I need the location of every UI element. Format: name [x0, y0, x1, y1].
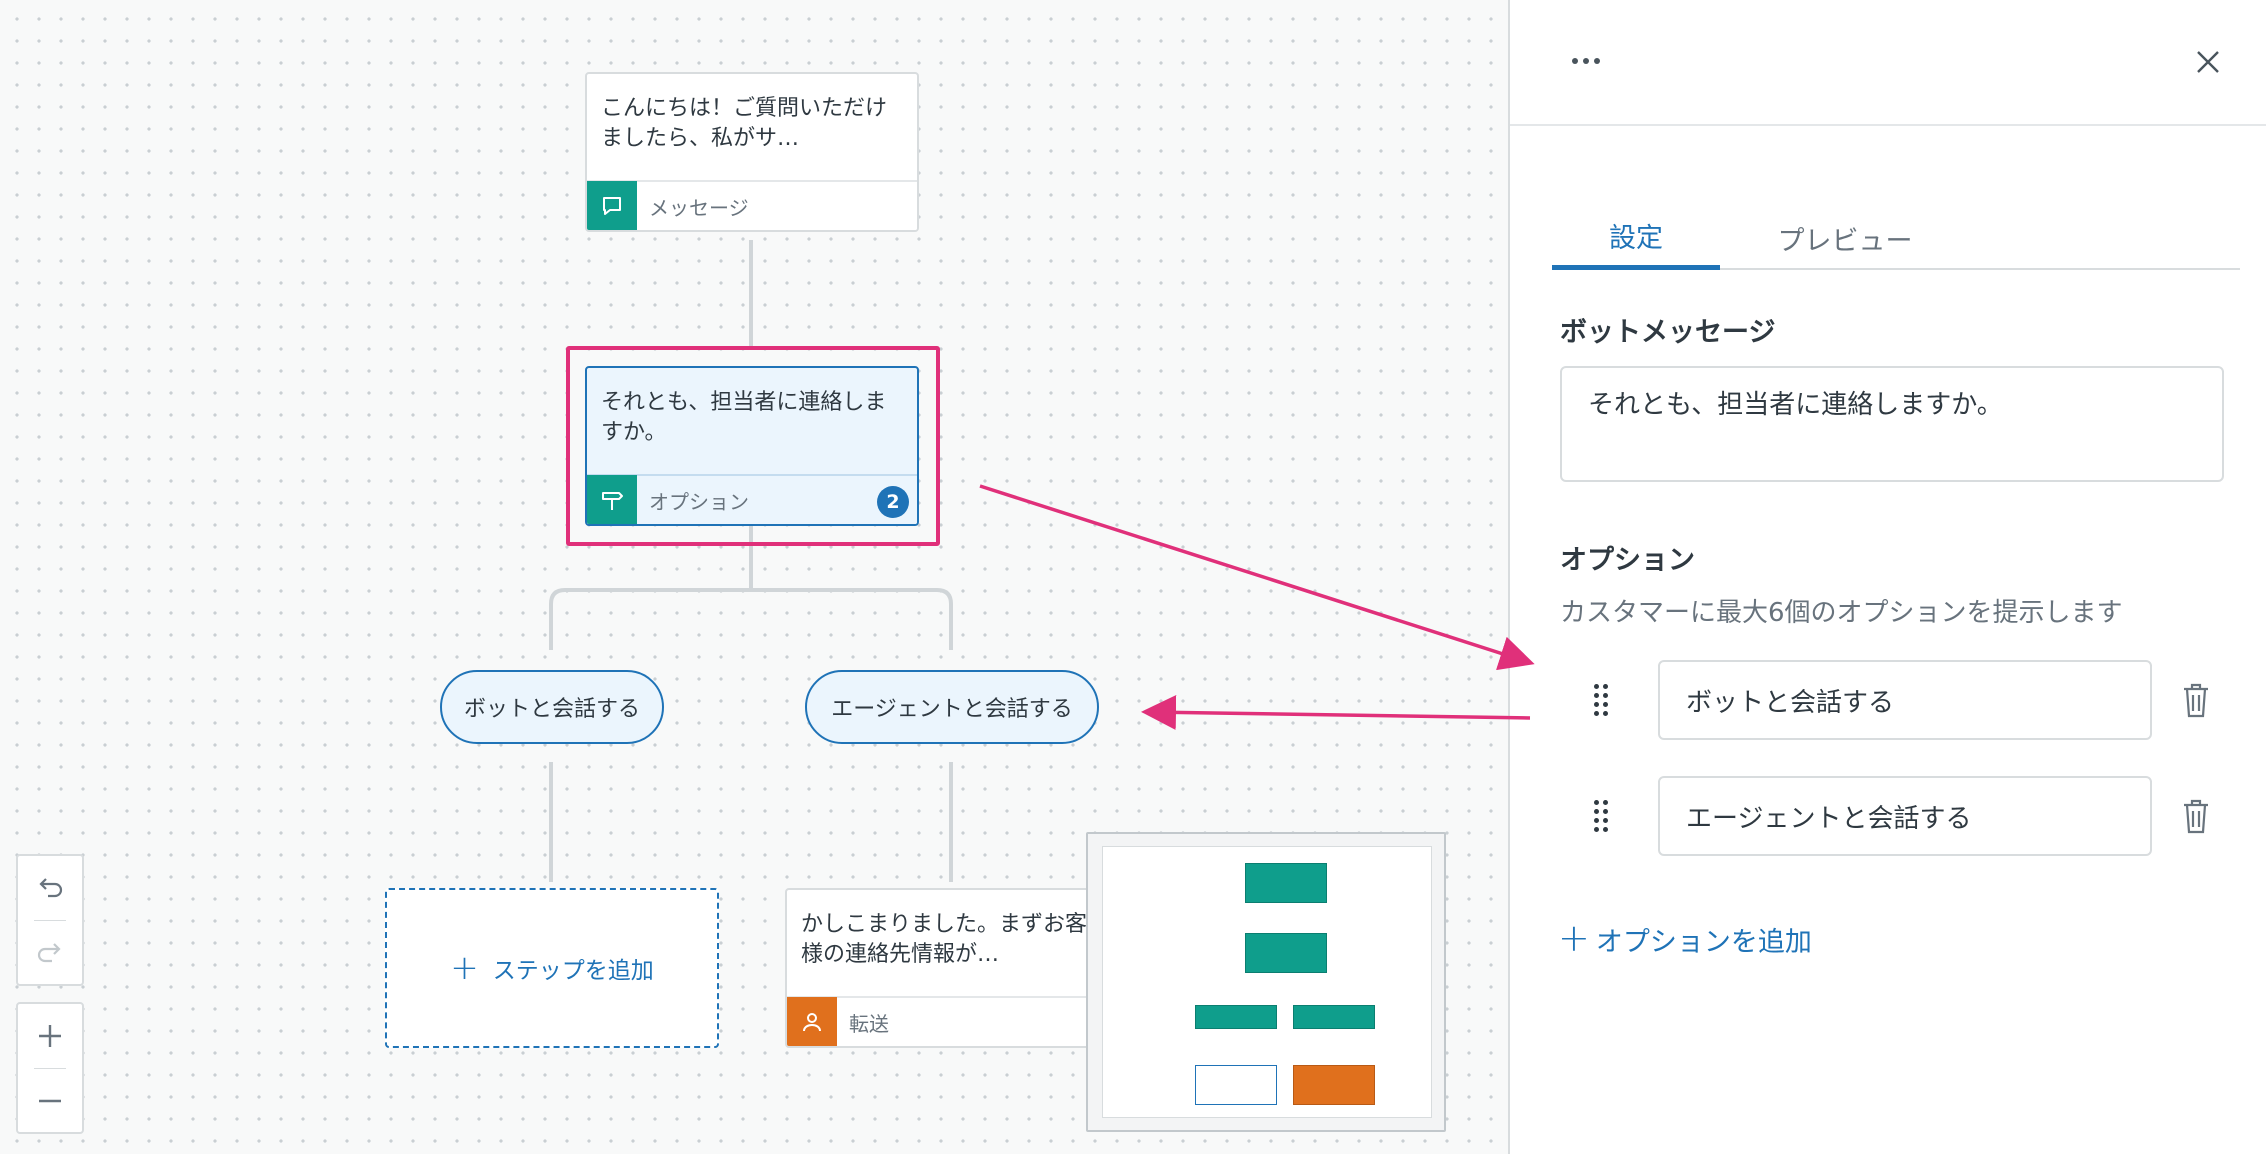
minimap-node [1195, 1005, 1277, 1029]
option-row: エージェントと会話する [1570, 776, 2240, 856]
panel-header [1510, 0, 2266, 126]
add-step-label: ステップを追加 [492, 958, 654, 984]
plus-icon: + [450, 948, 479, 988]
speech-bubble-icon [587, 181, 637, 230]
signpost-icon [587, 475, 637, 524]
close-icon [2197, 51, 2219, 73]
options-hint: カスタマーに最大6個のオプションを提示します [1560, 598, 2123, 628]
transfer-step-node[interactable]: かしこまりました。まずお客様の連絡先情報が… 転送 [785, 888, 1119, 1048]
undo-icon [39, 878, 63, 898]
zoom-in-button[interactable] [18, 1004, 82, 1068]
node-type-label: メッセージ [649, 195, 749, 220]
tab-preview[interactable]: プレビュー [1720, 200, 1970, 270]
option-input[interactable]: ボットと会話する [1658, 660, 2152, 740]
node-type-label: オプション [649, 489, 749, 514]
redo-icon [37, 943, 61, 963]
zoom-toolbar [16, 1002, 84, 1134]
option-count-badge: 2 [877, 486, 909, 518]
option-pill-agent[interactable]: エージェントと会話する [805, 670, 1099, 744]
trash-icon[interactable] [2178, 796, 2214, 836]
tab-settings[interactable]: 設定 [1552, 200, 1720, 270]
zoom-out-button[interactable] [18, 1069, 82, 1133]
node-text: それとも、担当者に連絡しますか。 [601, 390, 887, 445]
node-footer: オプション 2 [587, 474, 917, 524]
redo-button[interactable] [18, 921, 82, 985]
bot-message-input[interactable]: それとも、担当者に連絡しますか。 [1560, 366, 2224, 482]
history-toolbar [16, 854, 84, 986]
plus-icon [39, 1025, 61, 1047]
person-icon [787, 997, 837, 1046]
minimap-node [1245, 933, 1327, 973]
options-step-node[interactable]: それとも、担当者に連絡しますか。 オプション 2 [585, 366, 919, 526]
message-step-node[interactable]: こんにちは！ご質問いただけましたら、私がサ… メッセージ [585, 72, 919, 232]
panel-tabs: 設定 プレビュー [1552, 200, 2240, 270]
node-text: こんにちは！ご質問いただけましたら、私がサ… [601, 96, 888, 151]
step-settings-panel: 設定 プレビュー ボットメッセージ それとも、担当者に連絡しますか。 オプション… [1508, 0, 2266, 1154]
more-horizontal-icon [1572, 58, 1578, 64]
trash-icon[interactable] [2178, 680, 2214, 720]
flow-canvas[interactable]: こんにちは！ご質問いただけましたら、私がサ… メッセージ それとも、担当者に連絡… [0, 0, 1508, 1154]
undo-button[interactable] [18, 856, 82, 920]
option-input[interactable]: エージェントと会話する [1658, 776, 2152, 856]
grip-icon[interactable] [1592, 800, 1612, 832]
minimap-node [1195, 1065, 1277, 1105]
add-option-label: オプションを追加 [1595, 927, 1812, 958]
option-pill-bot[interactable]: ボットと会話する [440, 670, 664, 744]
more-options-button[interactable] [1564, 46, 1608, 76]
node-footer: 転送 [787, 996, 1117, 1046]
node-type-label: 転送 [849, 1011, 889, 1036]
bot-message-title: ボットメッセージ [1560, 317, 1776, 348]
options-title: オプション [1560, 545, 1695, 576]
node-text: かしこまりました。まずお客様の連絡先情報が… [801, 912, 1088, 967]
option-row: ボットと会話する [1570, 660, 2240, 740]
minimap[interactable] [1086, 832, 1446, 1132]
node-footer: メッセージ [587, 180, 917, 230]
grip-icon[interactable] [1592, 684, 1612, 716]
minimap-viewport [1102, 846, 1432, 1118]
minimap-node [1293, 1005, 1375, 1029]
minimap-node [1293, 1065, 1375, 1105]
add-step-button[interactable]: + ステップを追加 [385, 888, 719, 1048]
minimap-node [1245, 863, 1327, 903]
plus-icon: + [1558, 915, 1590, 960]
minus-icon [39, 1099, 61, 1103]
add-option-button[interactable]: + オプションを追加 [1558, 915, 1812, 960]
close-button[interactable] [2190, 44, 2226, 80]
